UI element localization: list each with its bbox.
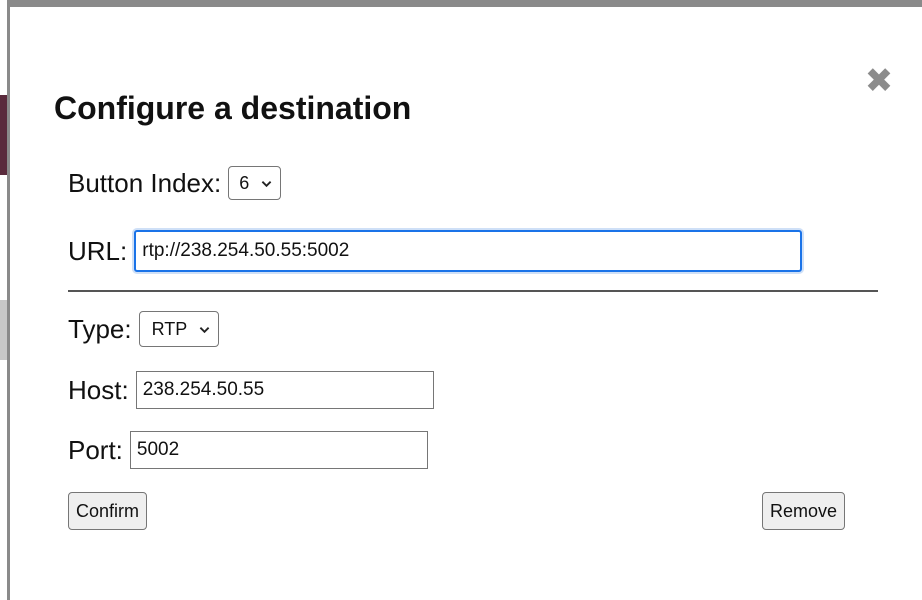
background-sliver xyxy=(0,95,7,175)
host-label: Host: xyxy=(68,374,129,405)
url-row: URL: xyxy=(68,230,803,272)
close-icon[interactable]: ✖ xyxy=(864,64,894,98)
port-input[interactable] xyxy=(129,431,428,469)
divider xyxy=(68,290,878,292)
type-select[interactable]: RTP xyxy=(138,311,220,347)
port-label: Port: xyxy=(68,434,123,465)
dialog-window: ✖ Configure a destination Button Index: … xyxy=(0,0,922,600)
confirm-button[interactable]: Confirm xyxy=(68,492,148,530)
button-index-value: 6 xyxy=(239,172,250,193)
type-row: Type: RTP xyxy=(68,311,220,347)
window-left-edge xyxy=(0,0,10,600)
type-label: Type: xyxy=(68,313,132,344)
type-value: RTP xyxy=(151,318,188,339)
host-input[interactable] xyxy=(135,371,434,409)
background-sliver xyxy=(0,300,7,360)
port-row: Port: xyxy=(68,431,428,469)
chevron-down-icon xyxy=(261,180,272,187)
dialog-title: Configure a destination xyxy=(54,90,412,126)
remove-button[interactable]: Remove xyxy=(762,492,846,530)
button-index-select[interactable]: 6 xyxy=(228,166,282,200)
button-index-label: Button Index: xyxy=(68,167,222,198)
host-row: Host: xyxy=(68,371,434,409)
chevron-down-icon xyxy=(200,326,210,333)
button-index-row: Button Index: 6 xyxy=(68,166,282,200)
url-input[interactable] xyxy=(134,230,803,272)
url-label: URL: xyxy=(68,235,128,266)
window-top-edge xyxy=(0,0,922,7)
